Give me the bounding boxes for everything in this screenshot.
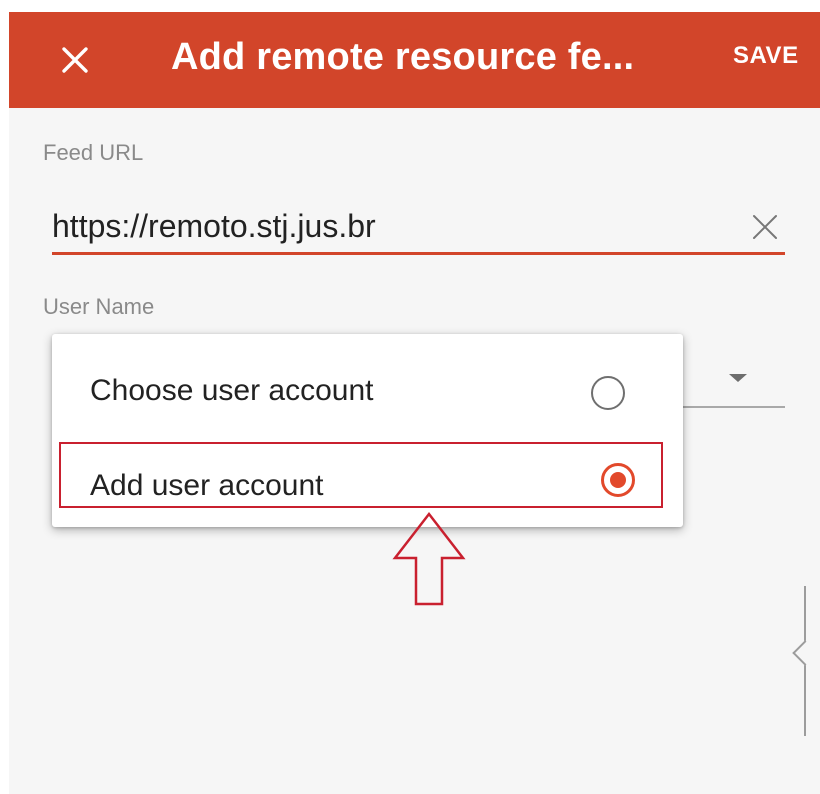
clear-icon: [753, 215, 777, 239]
side-panel-handle[interactable]: [792, 586, 820, 736]
page-title: Add remote resource fe...: [171, 36, 635, 78]
radio-selected-icon[interactable]: [601, 463, 635, 497]
handle-notch: [792, 640, 818, 666]
feed-url-input[interactable]: [52, 204, 732, 248]
option-label: Add user account: [90, 469, 324, 502]
app-screen: Add remote resource fe... SAVE Feed URL …: [9, 12, 820, 794]
close-button[interactable]: [49, 34, 101, 86]
feed-url-label: Feed URL: [43, 140, 144, 165]
close-icon: [62, 47, 88, 73]
app-bar: Add remote resource fe... SAVE: [9, 12, 820, 108]
option-label: Choose user account: [90, 374, 374, 407]
clear-url-button[interactable]: [743, 205, 787, 249]
user-name-underline: [681, 406, 785, 408]
up-arrow-icon: [392, 511, 466, 606]
dropdown-arrow-icon[interactable]: [729, 374, 747, 382]
account-menu: Choose user account Add user account: [52, 334, 683, 527]
option-add-user-account[interactable]: Add user account: [52, 439, 683, 527]
option-choose-user-account[interactable]: Choose user account: [52, 344, 683, 432]
save-button[interactable]: SAVE: [733, 42, 799, 70]
radio-unselected-icon[interactable]: [591, 376, 625, 410]
user-name-label: User Name: [43, 294, 155, 319]
feed-url-underline: [52, 252, 785, 255]
